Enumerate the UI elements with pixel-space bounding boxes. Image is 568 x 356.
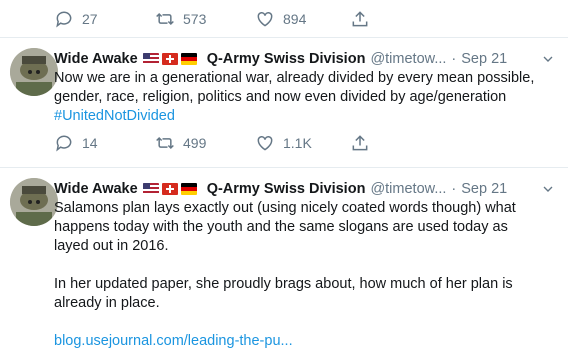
like-action[interactable]: 894 [255,9,306,29]
tweet-date[interactable]: Sep 21 [461,51,507,67]
separator-dot: · [451,181,457,197]
like-icon [257,11,273,27]
tweet-text: Now we are in a generational war, alread… [54,69,552,126]
retweet-count: 573 [183,11,207,27]
tweet-text: Salamons plan lays exactly out (using ni… [54,199,552,351]
author-handle[interactable]: @timetow... [370,181,446,197]
reply-action[interactable]: 14 [54,133,98,153]
reply-count: 27 [82,11,98,27]
caret-down-icon[interactable] [540,181,556,197]
tweet-line: In her updated paper, she proudly brags … [54,276,513,292]
retweet-icon [156,12,174,26]
flag-switzerland-icon [161,183,178,195]
like-count: 894 [283,11,307,27]
reply-icon [56,135,72,152]
retweet-icon [156,136,174,150]
tweet-line: Now we are in a generational war, alread… [54,70,535,86]
tweet[interactable]: Wide Awake Q-Army Swiss Division @timeto… [0,38,568,168]
share-action[interactable] [350,133,378,153]
tweet-line: already in place. [54,295,160,311]
author-handle[interactable]: @timetow... [370,51,446,67]
avatar[interactable] [10,178,58,226]
author-flags [142,53,200,65]
flag-usa-icon [142,183,159,195]
hashtag-link[interactable]: #UnitedNotDivided [54,107,552,126]
paragraph-spacer [54,313,552,332]
reply-icon [56,11,72,28]
retweet-action[interactable]: 573 [155,9,206,29]
share-icon [352,11,368,27]
caret-down-icon[interactable] [540,51,556,67]
author-name[interactable]: Wide Awake [54,51,138,67]
tweet-header: Wide Awake Q-Army Swiss Division @timeto… [54,49,556,69]
share-icon [352,135,368,151]
author-flags [142,183,200,195]
flag-germany-icon [180,183,197,195]
flag-germany-icon [180,53,197,65]
external-link[interactable]: blog.usejournal.com/leading-the-pu... [54,332,552,351]
avatar[interactable] [10,48,58,96]
separator-dot: · [451,51,457,67]
author-name-suffix[interactable]: Q-Army Swiss Division [207,181,366,197]
tweet-line: gender, race, religion, politics and now… [54,89,507,105]
retweet-action[interactable]: 499 [155,133,206,153]
share-action[interactable] [350,9,378,29]
paragraph-spacer [54,256,552,275]
like-action[interactable]: 1.1K [255,133,312,153]
flag-usa-icon [142,53,159,65]
tweet[interactable]: Wide Awake Q-Army Swiss Division @timeto… [0,168,568,356]
retweet-count: 499 [183,135,207,151]
previous-tweet-actions: 27 573 894 [0,0,568,38]
like-icon [257,135,273,151]
author-name[interactable]: Wide Awake [54,181,138,197]
like-count: 1.1K [283,135,312,151]
flag-switzerland-icon [161,53,178,65]
tweet-actions: 14 499 1.1K [54,133,474,153]
tweet-header: Wide Awake Q-Army Swiss Division @timeto… [54,179,556,199]
tweet-line: layed out in 2016. [54,238,169,254]
reply-action[interactable]: 27 [54,9,98,29]
reply-count: 14 [82,135,98,151]
tweet-date[interactable]: Sep 21 [461,181,507,197]
tweet-line: Salamons plan lays exactly out (using ni… [54,200,516,216]
author-name-suffix[interactable]: Q-Army Swiss Division [207,51,366,67]
tweet-line: happens today with the youth and the sam… [54,219,508,235]
